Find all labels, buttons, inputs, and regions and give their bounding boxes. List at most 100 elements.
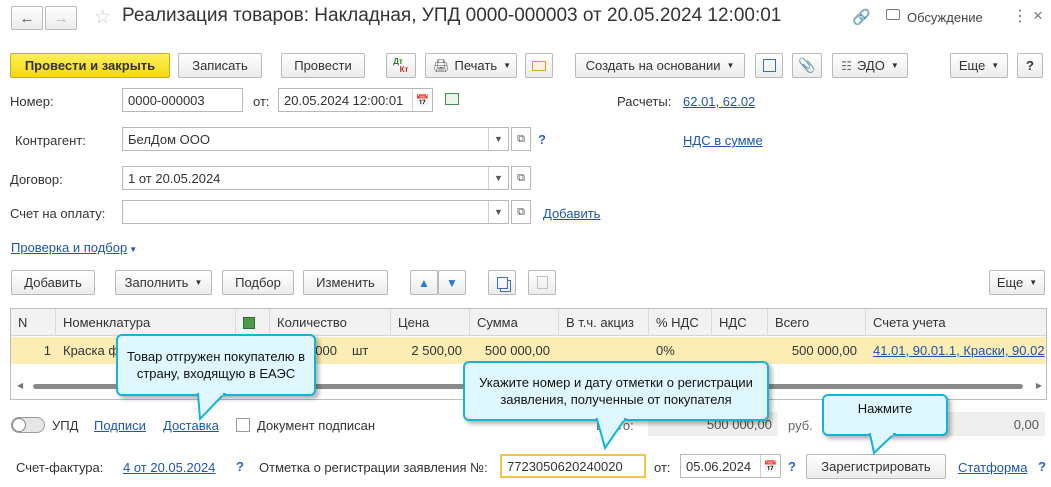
calendar-icon[interactable]: 📅 [760, 455, 780, 477]
currency-label: руб. [788, 418, 813, 433]
calendar-icon[interactable]: 📅 [412, 89, 432, 111]
callout-eaeu-pointer [196, 393, 227, 422]
paste-button[interactable] [528, 270, 556, 295]
move-up-button[interactable]: ▲ [410, 270, 438, 295]
table-select-button[interactable]: Подбор [222, 270, 294, 295]
date-value: 20.05.2024 12:00:01 [284, 92, 404, 108]
registration-number-field[interactable]: 7723050620240020 [500, 454, 646, 478]
envelope-icon [532, 60, 546, 71]
upd-toggle[interactable] [11, 417, 45, 433]
registration-help-icon[interactable]: ? [788, 459, 796, 474]
col-vat-rate[interactable]: % НДС [649, 309, 712, 336]
payment-invoice-field[interactable]: ▼ [122, 200, 509, 224]
table-more-label: Еще [996, 275, 1024, 290]
register-button[interactable]: Зарегистрировать [806, 454, 946, 479]
col-vat[interactable]: НДС [712, 309, 768, 336]
scroll-left-icon[interactable]: ◀ [17, 381, 23, 390]
col-price[interactable]: Цена [391, 309, 470, 336]
discussion-link[interactable]: Обсуждение [907, 10, 983, 25]
help-button[interactable]: ? [1017, 53, 1043, 78]
edo-button[interactable]: ☷ ЭДО ▼ [832, 53, 908, 78]
row-sum[interactable]: 500 000,00 [470, 337, 550, 364]
callout-hint-text: Укажите номер и дату отметки о регистрац… [479, 375, 753, 407]
forward-button[interactable]: → [45, 6, 77, 30]
col-excise[interactable]: В т.ч. акциз [559, 309, 649, 336]
row-accounts-link[interactable]: 41.01, 90.01.1, Краски, 90.02 [873, 337, 1045, 364]
invoice-facture-link[interactable]: 4 от 20.05.2024 [123, 460, 215, 475]
favorite-star-icon[interactable]: ☆ [94, 6, 111, 29]
move-down-button[interactable]: ▼ [438, 270, 466, 295]
date-field[interactable]: 20.05.2024 12:00:01 📅 [278, 88, 433, 112]
add-invoice-link[interactable]: Добавить [543, 206, 600, 221]
table-more-button[interactable]: Еще ▼ [989, 270, 1045, 295]
number-field[interactable]: 0000-000003 [122, 88, 243, 112]
open-payment-invoice-button[interactable]: ⧉ [511, 200, 531, 224]
vat-in-sum-link[interactable]: НДС в сумме [683, 133, 763, 148]
discussion-icon[interactable] [886, 9, 900, 20]
chevron-down-icon[interactable]: ▼ [488, 167, 508, 189]
statform-help-icon[interactable]: ? [1038, 459, 1046, 474]
registration-date-value: 05.06.2024 [686, 458, 752, 474]
counterparty-label: Контрагент: [15, 133, 86, 148]
kt-label: Кт [399, 64, 409, 74]
table-fill-button[interactable]: Заполнить ▼ [115, 270, 212, 295]
menu-dots-icon[interactable]: ⋮ [1012, 6, 1028, 26]
paste-icon [536, 276, 548, 289]
registration-date-field[interactable]: 05.06.2024 📅 [680, 454, 781, 478]
scroll-right-icon[interactable]: ▶ [1036, 381, 1042, 390]
row-total[interactable]: 500 000,00 [768, 337, 857, 364]
chevron-down-icon: ▼ [890, 61, 899, 70]
contract-value: 1 от 20.05.2024 [128, 170, 221, 186]
print-button[interactable]: 🖨 Печать ▼ [425, 53, 517, 78]
invoice-help-icon[interactable]: ? [236, 459, 244, 474]
invoice-facture-label: Счет-фактура: [16, 460, 104, 475]
create-based-button[interactable]: Создать на основании ▼ [575, 53, 745, 78]
more-button[interactable]: Еще ▼ [950, 53, 1008, 78]
signatures-link[interactable]: Подписи [94, 418, 146, 433]
row-excise[interactable] [559, 337, 641, 364]
doc-history-icon[interactable] [445, 93, 459, 105]
row-unit[interactable]: шт [352, 337, 368, 364]
chevron-down-icon[interactable]: ▼ [488, 128, 508, 150]
chevron-down-icon: ▼ [991, 61, 1000, 70]
table-add-button[interactable]: Добавить [11, 270, 95, 295]
post-and-close-button[interactable]: Провести и закрыть [10, 53, 170, 78]
col-nomenclature[interactable]: Номенклатура [56, 309, 236, 336]
structure-icon [762, 59, 776, 72]
accounts-link[interactable]: 62.01, 62.02 [683, 94, 755, 109]
link-icon[interactable]: 🔗 [852, 8, 871, 26]
col-characteristics[interactable] [236, 309, 270, 336]
structure-button[interactable] [755, 53, 783, 78]
table-settings-icon [243, 316, 255, 329]
row-vat[interactable] [712, 337, 760, 364]
chevron-down-icon: ▼ [1029, 278, 1038, 287]
email-button[interactable] [525, 53, 553, 78]
col-total[interactable]: Всего [768, 309, 866, 336]
copy-button[interactable] [488, 270, 516, 295]
callout-hint-pointer [595, 418, 627, 451]
row-vat-rate[interactable]: 0% [656, 337, 675, 364]
attach-button[interactable]: 📎 [792, 53, 822, 78]
open-counterparty-button[interactable]: ⧉ [511, 127, 531, 151]
callout-eaeu-text: Товар отгружен покупателю в страну, вход… [126, 349, 306, 381]
table-change-button[interactable]: Изменить [303, 270, 388, 295]
row-item[interactable]: Краска ф [63, 337, 119, 364]
statform-link[interactable]: Статформа [958, 460, 1027, 475]
back-button[interactable]: ← [11, 6, 43, 30]
chevron-down-icon: ▼ [726, 61, 735, 70]
save-button[interactable]: Записать [178, 53, 262, 78]
check-and-selection-link[interactable]: Проверка и подбор ▼ [11, 240, 137, 255]
close-icon[interactable]: × [1033, 6, 1043, 26]
counterparty-field[interactable]: БелДом ООО ▼ [122, 127, 509, 151]
dt-kt-button[interactable]: Дт Кт [386, 53, 416, 78]
col-accounts[interactable]: Счета учета [866, 309, 1046, 336]
contract-field[interactable]: 1 от 20.05.2024 ▼ [122, 166, 509, 190]
chevron-down-icon[interactable]: ▼ [488, 201, 508, 223]
counterparty-help-icon[interactable]: ? [538, 132, 546, 147]
col-quantity[interactable]: Количество [270, 309, 391, 336]
col-sum[interactable]: Сумма [470, 309, 559, 336]
open-contract-button[interactable]: ⧉ [511, 166, 531, 190]
post-button[interactable]: Провести [281, 53, 365, 78]
col-n[interactable]: N [11, 309, 56, 336]
row-price[interactable]: 2 500,00 [391, 337, 462, 364]
